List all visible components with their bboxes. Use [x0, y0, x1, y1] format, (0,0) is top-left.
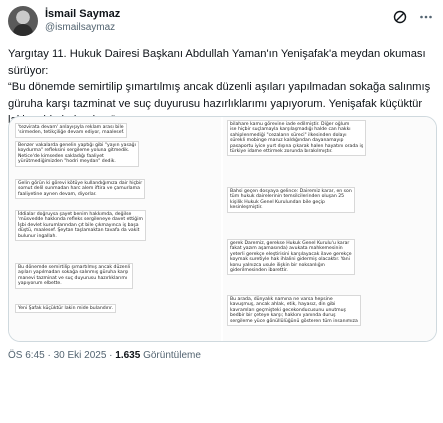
clip-right-1: bilahare kamu görevine iade edilmiştir. … — [227, 120, 367, 157]
clip-left-5: Bu dönemde semirtilip şımartılmış ancak … — [15, 263, 134, 289]
clip-left-2: Benzer vakalarda genelin yaptığı gibi "y… — [15, 141, 139, 167]
grok-icon[interactable] — [393, 10, 407, 24]
display-name[interactable]: İsmail Saymaz — [45, 8, 120, 21]
clip-right-4: Bu arada, dünyalık namına ne varsa hepsi… — [227, 295, 361, 327]
handle[interactable]: @ismailsaymaz — [45, 21, 120, 34]
clip-left-4: İddialar doğruysa şayet benim hakkımda, … — [15, 210, 146, 242]
clip-left-3: Gelin görün ki görevi kötüye kullandığım… — [15, 179, 146, 200]
avatar[interactable] — [8, 6, 38, 36]
timestamp[interactable]: ÖS 6:45 · 30 Eki 2025 · — [8, 350, 115, 361]
tweet-header: İsmail Saymaz @ismailsaymaz — [8, 6, 435, 38]
clip-left-1: 'tezvirata devam' anlayışıyla reklam ara… — [15, 123, 128, 138]
header-actions — [393, 10, 433, 24]
tweet-line-1: Yargıtay 11. Hukuk Dairesi Başkanı Abdul… — [8, 48, 426, 77]
media-grid[interactable]: 'tezvirata devam' anlayışıyla reklam ara… — [8, 116, 437, 342]
tweet-meta: ÖS 6:45 · 30 Eki 2025 · 1.635 Görüntülem… — [8, 350, 201, 361]
views-label: Görüntüleme — [140, 350, 201, 361]
media-image-left[interactable]: 'tezvirata devam' anlayışıyla reklam ara… — [9, 117, 221, 341]
clip-right-3: gerek Daremiz, gerekse Hukuk Genel Kurul… — [227, 239, 355, 276]
more-options-icon[interactable] — [419, 10, 433, 24]
media-image-right[interactable]: bilahare kamu görevine iade edilmiştir. … — [223, 117, 436, 341]
clip-left-6: Yeni Şafak küçüktür lakin mide bulandırı… — [15, 304, 117, 314]
views-count: 1.635 — [115, 350, 141, 361]
clip-right-2: Bahsi geçen dosyaya gelince: Dairemiz ka… — [227, 187, 355, 213]
author-names: İsmail Saymaz @ismailsaymaz — [45, 8, 120, 34]
